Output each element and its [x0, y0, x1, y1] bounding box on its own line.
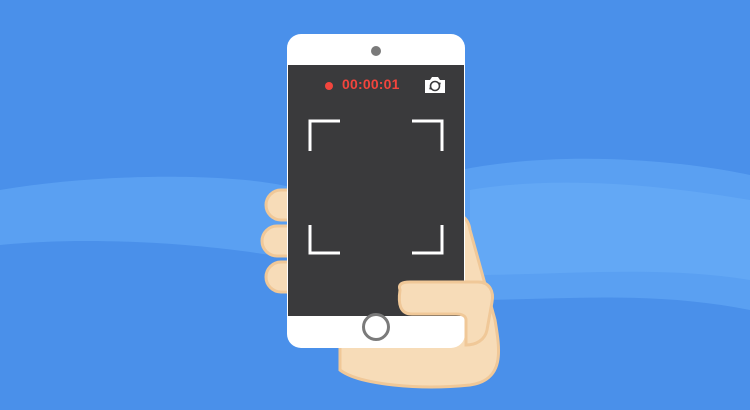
illustration-scene: 00:00:01	[0, 0, 750, 410]
thumb-illustration	[397, 280, 494, 347]
